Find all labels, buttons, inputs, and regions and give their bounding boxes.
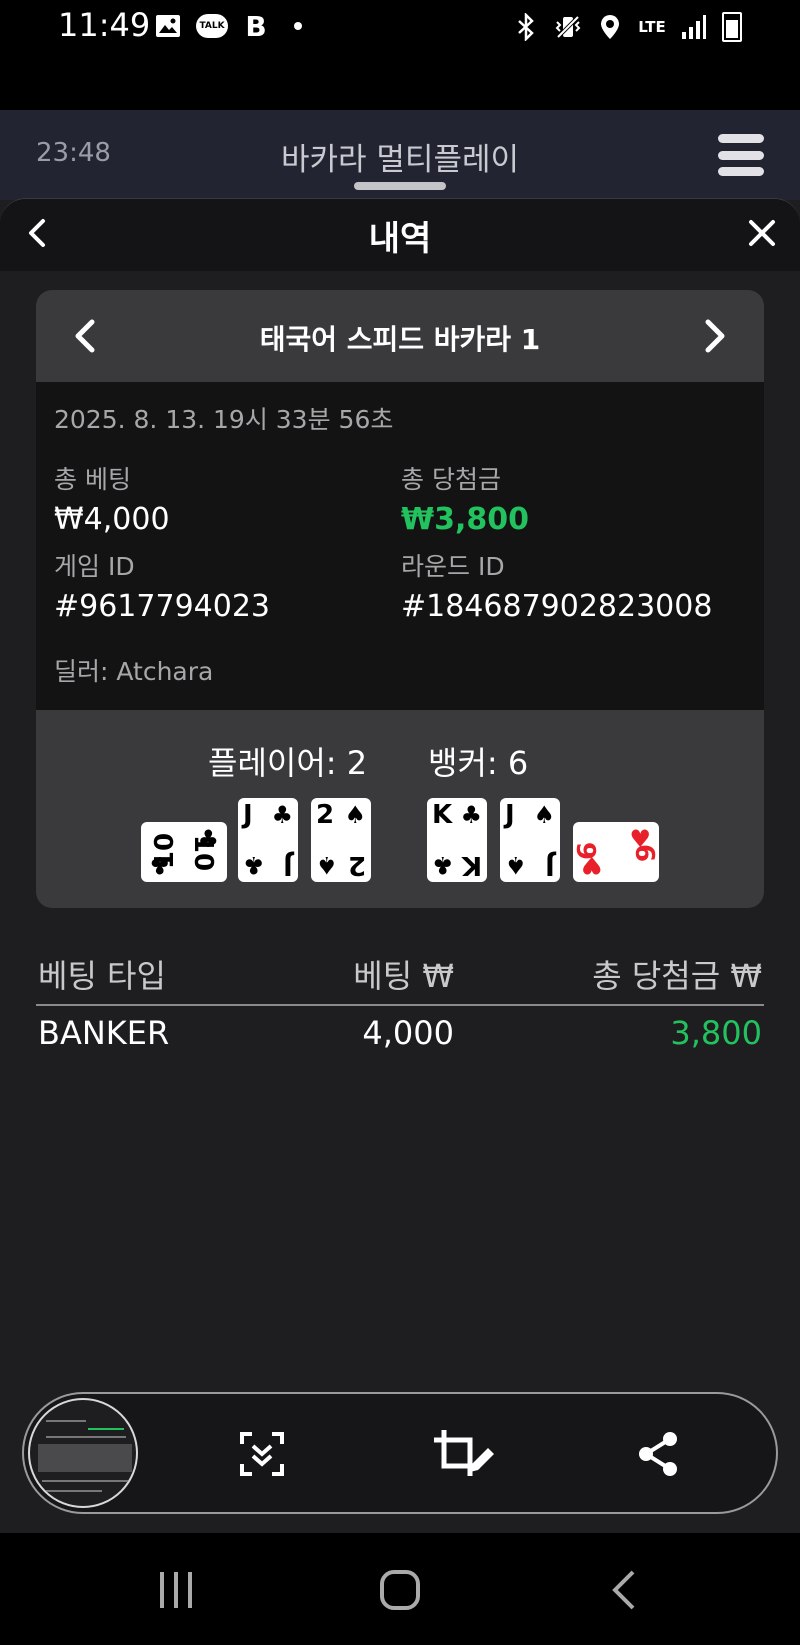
player-card-2: J ♣ J ♣ xyxy=(238,798,298,882)
banker-score: 뱅커: 6 xyxy=(428,744,529,782)
player-score: 플레이어: 2 xyxy=(208,744,368,782)
card-rank: 6 xyxy=(628,843,659,863)
total-bet-value: ₩4,000 xyxy=(54,502,170,537)
card-rank: 2 xyxy=(316,800,335,830)
back-icon[interactable] xyxy=(594,1563,654,1617)
hamburger-menu-icon[interactable] xyxy=(718,134,764,176)
round-id-value: #184687902823008 xyxy=(401,589,713,624)
sheet-drag-handle[interactable] xyxy=(354,182,446,190)
dealer-name: 딜러: Atchara xyxy=(54,657,214,686)
thumb-line xyxy=(46,1420,86,1422)
bluetooth-icon xyxy=(512,13,540,41)
round-history-card: 태국어 스피드 바카라 1 2025. 8. 13. 19시 33분 56초 총… xyxy=(36,290,764,908)
card-rank: 10 xyxy=(187,834,218,872)
card-suit: ♣ xyxy=(243,851,265,879)
banker-card-3: 6 ♥ 6 ♥ xyxy=(573,822,659,882)
location-icon xyxy=(596,13,624,41)
status-time: 11:49 xyxy=(58,6,151,44)
next-round-icon[interactable] xyxy=(692,314,736,358)
card-suit: ♠ xyxy=(505,851,527,879)
row-bet-type: BANKER xyxy=(38,1014,170,1052)
screenshot-toolbar xyxy=(22,1392,778,1514)
banker-card-1: K ♣ K ♣ xyxy=(427,798,487,882)
card-suit: ♣ xyxy=(271,801,293,829)
home-icon[interactable] xyxy=(370,1563,430,1617)
game-id-value: #9617794023 xyxy=(54,589,271,624)
player-card-1: 10 ♣ 10 ♣ xyxy=(141,822,227,882)
table-divider xyxy=(36,1004,764,1006)
total-bet-label: 총 베팅 xyxy=(54,465,131,494)
card-rank: J xyxy=(545,850,555,880)
dot-icon xyxy=(284,12,312,40)
total-win-value: ₩3,800 xyxy=(401,502,529,537)
card-suit: ♠ xyxy=(316,851,338,879)
round-date: 2025. 8. 13. 19시 33분 56초 xyxy=(54,405,394,434)
recent-apps-icon[interactable] xyxy=(146,1563,206,1617)
card-rank: J xyxy=(505,800,515,830)
round-info: 2025. 8. 13. 19시 33분 56초 총 베팅 ₩4,000 총 당… xyxy=(36,382,764,710)
player-card-3: 2 ♠ 2 ♠ xyxy=(311,798,371,882)
signal-icon xyxy=(680,13,708,41)
card-rank: J xyxy=(283,850,293,880)
history-sheet: 내역 태국어 스피드 바카라 1 2025. 8. 13. 19시 33분 56… xyxy=(0,198,800,1534)
card-suit: ♣ xyxy=(432,851,454,879)
thumb-line xyxy=(88,1428,124,1430)
crop-edit-icon[interactable] xyxy=(430,1424,500,1484)
gallery-icon xyxy=(154,12,182,40)
row-bet-amount: 4,000 xyxy=(362,1014,454,1052)
thumb-line xyxy=(42,1490,102,1492)
status-right-icons: LTE xyxy=(512,12,742,42)
scroll-capture-icon[interactable] xyxy=(232,1424,292,1484)
column-header-bet-amount: 베팅 ₩ xyxy=(353,957,454,995)
status-left-icons: TALK B xyxy=(154,9,312,43)
kakaotalk-icon: TALK xyxy=(196,14,228,38)
system-nav-bar xyxy=(0,1533,800,1645)
card-suit: ♣ xyxy=(460,801,482,829)
sheet-title: 내역 xyxy=(368,219,432,259)
column-header-total-win: 총 당첨금 ₩ xyxy=(592,957,762,995)
card-suit: ♥ xyxy=(581,851,603,879)
table-name: 태국어 스피드 바카라 1 xyxy=(259,323,541,356)
screenshot-thumbnail[interactable] xyxy=(28,1398,138,1508)
row-total-win: 3,800 xyxy=(670,1014,762,1052)
card-rank: J xyxy=(243,800,253,830)
game-id-label: 게임 ID xyxy=(54,552,135,581)
round-result: 플레이어: 2 뱅커: 6 10 ♣ 10 ♣ J ♣ J ♣ 2 ♠ 2 ♠ xyxy=(36,710,764,908)
close-icon[interactable] xyxy=(742,213,782,253)
vibrate-icon xyxy=(554,13,582,41)
total-win-label: 총 당첨금 xyxy=(401,465,501,494)
share-icon[interactable] xyxy=(628,1424,688,1484)
lte-icon: LTE xyxy=(638,13,666,41)
card-suit: ♠ xyxy=(533,801,555,829)
menu-bar xyxy=(718,167,764,176)
round-id-label: 라운드 ID xyxy=(401,552,505,581)
thumb-line xyxy=(46,1436,126,1438)
card-rank: K xyxy=(461,850,482,880)
menu-bar xyxy=(718,150,764,160)
card-header: 태국어 스피드 바카라 1 xyxy=(36,290,764,382)
thumb-line xyxy=(42,1480,128,1482)
status-bar: 11:49 TALK B LTE xyxy=(0,0,800,110)
app-title: 바카라 멀티플레이 xyxy=(280,142,519,178)
card-rank: 2 xyxy=(347,850,366,880)
card-suit: ♣ xyxy=(149,851,171,879)
app-header: 23:48 바카라 멀티플레이 xyxy=(0,110,800,200)
thumb-card xyxy=(38,1444,132,1472)
battery-icon xyxy=(722,12,742,42)
column-header-bet-type: 베팅 타입 xyxy=(38,957,166,995)
b-app-icon: B xyxy=(245,9,267,43)
menu-bar xyxy=(718,134,764,143)
card-rank: K xyxy=(432,800,453,830)
sheet-header: 내역 xyxy=(0,199,800,271)
network-label: LTE xyxy=(638,18,666,36)
banker-card-2: J ♠ J ♠ xyxy=(500,798,560,882)
card-suit: ♠ xyxy=(344,801,366,829)
